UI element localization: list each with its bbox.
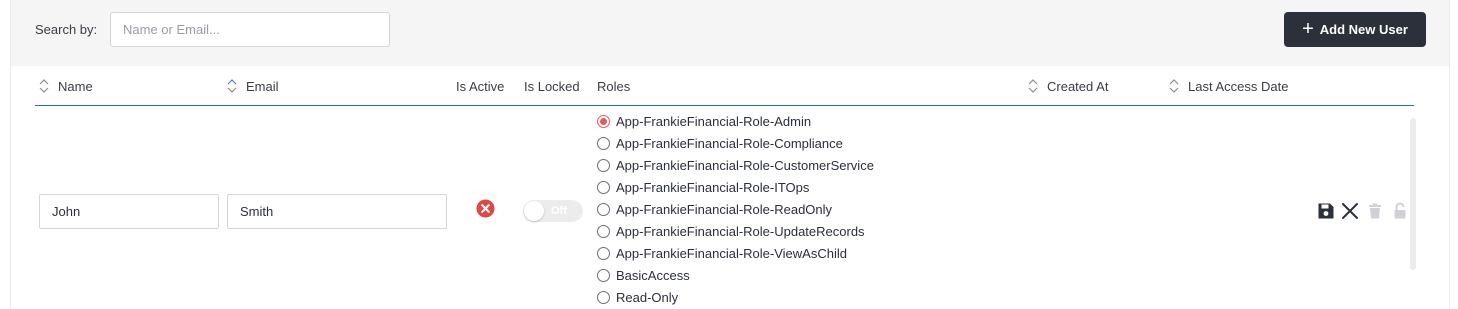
column-label: Roles <box>597 78 631 94</box>
role-label: App-FrankieFinancial-Role-Admin <box>616 113 812 129</box>
role-option[interactable]: BasicAccess <box>597 264 874 286</box>
role-option[interactable]: App-FrankieFinancial-Role-UpdateRecords <box>597 220 874 242</box>
role-option[interactable]: App-FrankieFinancial-Role-ITOps <box>597 176 874 198</box>
add-new-user-button[interactable]: + Add New User <box>1284 12 1426 47</box>
lock-icon[interactable] <box>1391 202 1409 220</box>
role-label: App-FrankieFinancial-Role-ReadOnly <box>616 201 833 217</box>
role-radio[interactable] <box>597 136 610 150</box>
column-label: Email <box>246 78 279 94</box>
table-header: Name Email Is Active Is Locked Roles Cre… <box>35 66 1414 106</box>
column-header-created-at[interactable]: Created At <box>1028 66 1108 106</box>
roles-radio-group: App-FrankieFinancial-Role-Admin App-Frank… <box>597 110 874 308</box>
role-radio[interactable] <box>597 202 610 216</box>
search-label: Search by: <box>35 22 98 37</box>
role-option[interactable]: App-FrankieFinancial-Role-Admin <box>597 110 874 132</box>
role-radio[interactable] <box>597 180 610 194</box>
inactive-status-icon <box>476 199 495 218</box>
column-header-last-access-date[interactable]: Last Access Date <box>1169 66 1288 106</box>
first-name-field[interactable] <box>39 194 219 229</box>
role-radio[interactable] <box>597 224 610 238</box>
sort-icon <box>1028 79 1038 93</box>
sort-icon <box>39 79 49 93</box>
column-header-email[interactable]: Email <box>227 66 279 106</box>
role-radio[interactable] <box>597 158 610 172</box>
sort-icon <box>227 79 237 93</box>
close-icon[interactable] <box>1341 202 1359 220</box>
column-label: Is Locked <box>524 78 580 94</box>
role-option[interactable]: Read-Only <box>597 286 874 308</box>
column-label: Name <box>58 78 93 94</box>
column-label: Last Access Date <box>1188 78 1289 94</box>
role-option[interactable]: App-FrankieFinancial-Role-ViewAsChild <box>597 242 874 264</box>
role-label: App-FrankieFinancial-Role-UpdateRecords <box>616 223 865 239</box>
trash-icon[interactable] <box>1366 202 1384 220</box>
search-input[interactable] <box>110 12 390 47</box>
add-new-user-label: Add New User <box>1319 22 1408 37</box>
role-option[interactable]: App-FrankieFinancial-Role-Compliance <box>597 132 874 154</box>
role-option[interactable]: App-FrankieFinancial-Role-ReadOnly <box>597 198 874 220</box>
role-label: App-FrankieFinancial-Role-CustomerServic… <box>616 157 874 173</box>
vertical-scrollbar[interactable] <box>1410 118 1416 270</box>
role-radio[interactable] <box>597 246 610 260</box>
column-header-is-locked: Is Locked <box>524 66 580 106</box>
column-header-is-active: Is Active <box>456 66 504 106</box>
role-label: BasicAccess <box>616 267 690 283</box>
role-label: Read-Only <box>616 289 679 305</box>
role-radio[interactable] <box>597 290 610 304</box>
role-option[interactable]: App-FrankieFinancial-Role-CustomerServic… <box>597 154 874 176</box>
column-header-name[interactable]: Name <box>39 66 93 106</box>
role-label: App-FrankieFinancial-Role-Compliance <box>616 135 843 151</box>
sort-icon <box>1169 79 1179 93</box>
column-label: Is Active <box>456 78 505 94</box>
plus-icon: + <box>1302 17 1314 40</box>
role-label: App-FrankieFinancial-Role-ITOps <box>616 179 810 195</box>
role-radio[interactable] <box>597 268 610 282</box>
role-label: App-FrankieFinancial-Role-ViewAsChild <box>616 245 847 261</box>
toolbar: Search by: + Add New User <box>11 0 1449 66</box>
column-label: Created At <box>1047 78 1109 94</box>
users-panel: Search by: + Add New User Name Email Is … <box>10 0 1450 309</box>
last-name-field[interactable] <box>227 194 447 229</box>
role-radio[interactable] <box>597 114 610 128</box>
toggle-label: Off <box>551 205 567 217</box>
save-icon[interactable] <box>1317 202 1335 220</box>
locked-toggle[interactable]: Off <box>523 200 583 222</box>
column-header-roles: Roles <box>597 66 630 106</box>
toggle-knob <box>524 201 544 221</box>
